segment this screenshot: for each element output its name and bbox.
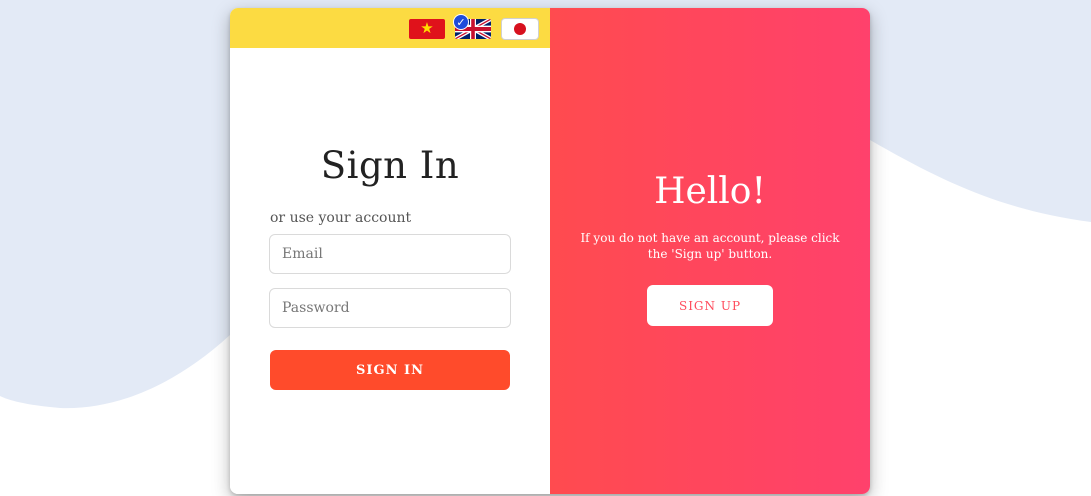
star-icon: ★ xyxy=(420,19,434,38)
selected-check-icon: ✓ xyxy=(453,14,469,30)
language-bar: ★ ✓ xyxy=(230,8,550,48)
sign-in-title: Sign In xyxy=(320,144,460,187)
password-field[interactable] xyxy=(269,288,511,328)
sign-in-subtitle: or use your account xyxy=(270,210,412,226)
auth-card: ★ ✓ Sign In or use your account SIGN IN xyxy=(230,8,870,494)
vietnam-flag-icon[interactable]: ★ xyxy=(409,19,445,39)
sign-up-button[interactable]: SIGN UP xyxy=(647,285,773,326)
overlay-title: Hello! xyxy=(654,171,766,212)
sign-up-overlay-panel: Hello! If you do not have an account, pl… xyxy=(550,8,870,494)
japan-flag-icon[interactable] xyxy=(501,18,539,40)
sign-in-panel: ★ ✓ Sign In or use your account SIGN IN xyxy=(230,8,550,494)
overlay-message: If you do not have an account, please cl… xyxy=(580,231,840,261)
sign-in-button[interactable]: SIGN IN xyxy=(270,350,510,390)
sun-disc-icon xyxy=(514,23,526,35)
email-field[interactable] xyxy=(269,234,511,274)
